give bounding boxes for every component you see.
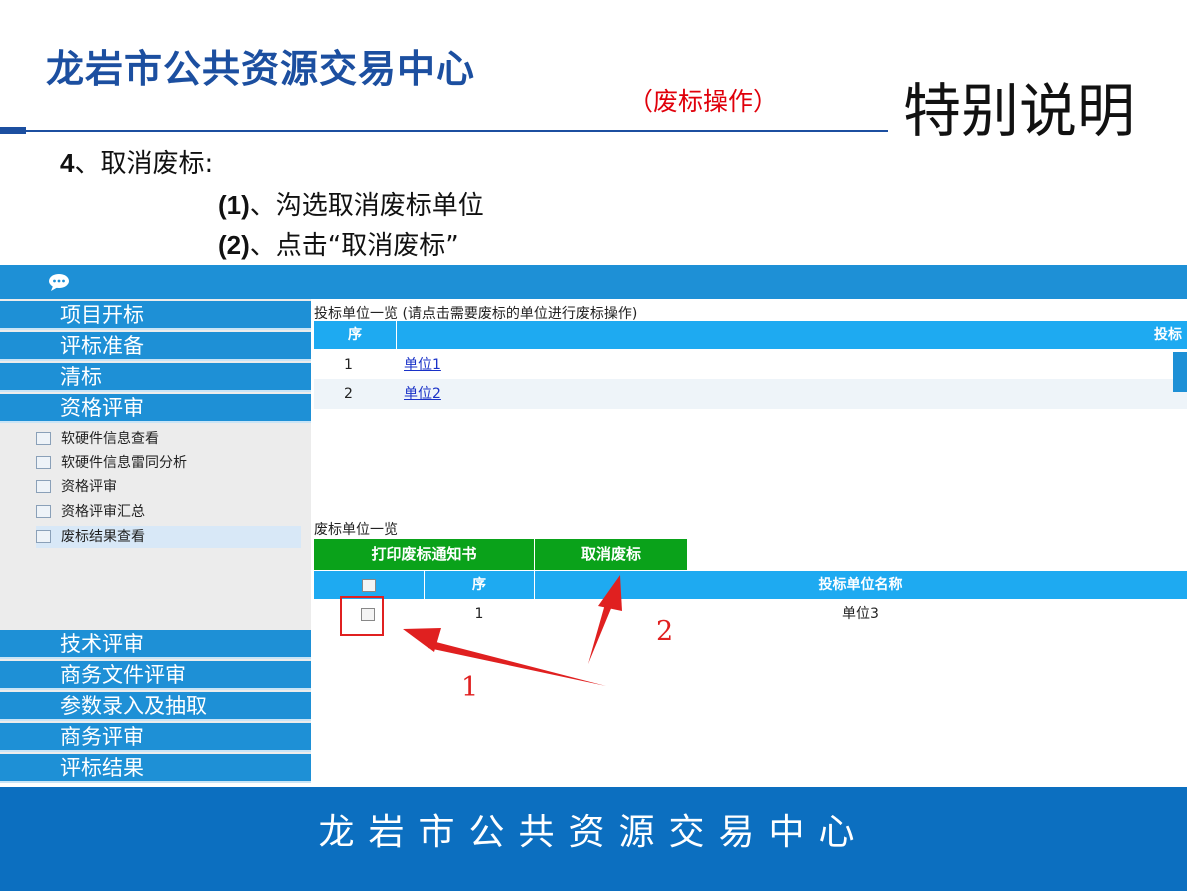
sidebar-item-parameter-entry[interactable]: 参数录入及抽取 [0,692,311,721]
invalid-table-header: 序 投标单位名称 [314,571,1187,599]
special-note-title: 特别说明 [903,77,1136,145]
sub-item-qualification-summary[interactable]: 资格评审汇总 [36,501,301,523]
sub-item-label: 软硬件信息雷同分析 [61,455,187,471]
chat-bubble-icon[interactable] [48,273,70,291]
sidebar-item-evaluation-prep[interactable]: 评标准备 [0,332,311,361]
sub-item-hw-sw-info[interactable]: 软硬件信息查看 [36,428,301,450]
row-seq: 2 [344,386,353,402]
col-bidder-name: 投标 [1154,327,1182,343]
sidebar: 项目开标 评标准备 清标 资格评审 软硬件信息查看 软硬件信息雷同分析 资格评审… [0,299,311,783]
sub-item-label: 软硬件信息查看 [61,431,159,447]
table-row[interactable]: 1 单位1 [314,352,1187,379]
table-row[interactable]: 1 单位3 [314,601,1187,628]
col-seq: 序 [472,577,486,593]
step-sub-2-text: 、点击“取消废标” [249,231,459,261]
column-divider [396,321,397,349]
sub-item-label: 资格评审汇总 [61,504,145,520]
header-rule [26,130,888,132]
annotation-label-1: 1 [461,672,479,703]
sub-item-invalid-bid-results[interactable]: 废标结果查看 [36,526,301,548]
footer-org-name: 龙岩市公共资源交易中心 [318,812,869,853]
table-row[interactable]: 2 单位2 [314,379,1187,409]
step-sub-2-number: (2) [218,230,250,260]
folder-icon [36,455,51,469]
step-sub-2: (2)、点击“取消废标” [218,225,459,262]
sub-item-hw-sw-similarity[interactable]: 软硬件信息雷同分析 [36,452,301,474]
slide-subtitle: （废标操作） [628,87,779,116]
step-number: 4 [60,148,75,178]
folder-icon [36,529,51,543]
step-title: 4、取消废标: [60,143,213,180]
col-bidder-name: 投标单位名称 [818,577,903,593]
sidebar-item-business-review[interactable]: 商务评审 [0,723,311,752]
bidder-link[interactable]: 单位2 [404,379,441,409]
select-all-checkbox[interactable] [362,579,376,592]
app-top-bar [0,265,1187,299]
sub-item-label: 资格评审 [61,479,117,495]
invalid-table-caption: 废标单位一览 [314,522,398,538]
annotation-label-2: 2 [656,616,674,647]
row-bidder-name: 单位3 [842,606,879,622]
cancel-invalid-bid-button[interactable]: 取消废标 [535,539,688,570]
sub-item-label: 废标结果查看 [61,529,145,545]
folder-icon [36,504,51,518]
sidebar-item-project-opening[interactable]: 项目开标 [0,301,311,330]
sidebar-item-technical-review[interactable]: 技术评审 [0,630,311,659]
step-sub-1: (1)、沟选取消废标单位 [218,185,484,222]
print-notice-button[interactable]: 打印废标通知书 [314,539,535,570]
folder-icon [36,479,51,493]
sidebar-item-qualification-review[interactable]: 资格评审 [0,394,311,423]
scrollbar-thumb[interactable] [1173,352,1187,392]
header-rule-accent [0,127,26,134]
bidders-table-header: 序 投标 [314,321,1187,349]
sidebar-item-bid-clearing[interactable]: 清标 [0,363,311,392]
sub-item-qualification-review[interactable]: 资格评审 [36,476,301,498]
bidder-link[interactable]: 单位1 [404,352,441,379]
bidders-table-caption: 投标单位一览 (请点击需要废标的单位进行废标操作) [314,306,638,322]
step-sub-1-text: 、沟选取消废标单位 [249,191,484,221]
highlight-box [340,596,384,636]
row-seq: 1 [344,357,353,373]
sidebar-item-evaluation-results[interactable]: 评标结果 [0,754,311,783]
folder-icon [36,431,51,445]
step-sub-1-number: (1) [218,190,250,220]
org-title: 龙岩市公共资源交易中心 [46,47,476,91]
step-title-text: 、取消废标: [74,149,214,179]
sidebar-item-business-document-review[interactable]: 商务文件评审 [0,661,311,690]
col-seq: 序 [348,327,362,343]
row-seq: 1 [474,606,484,622]
